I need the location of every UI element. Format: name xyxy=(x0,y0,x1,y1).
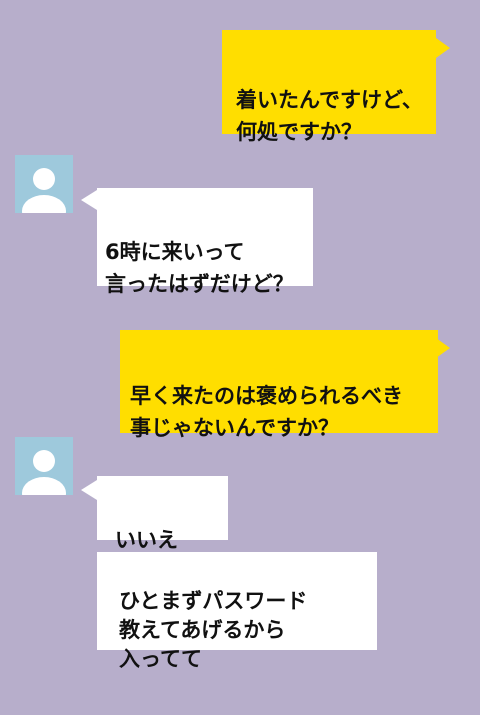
message-text: いいえ xyxy=(115,528,178,552)
bubble-tail xyxy=(436,338,450,358)
received-message-bubble: いいえ xyxy=(97,476,228,552)
message-text: ひとまずパスワード 教えてあげるから 入ってて xyxy=(119,589,308,671)
message-text: 着いたんですけど、 何処ですか？ xyxy=(236,88,423,144)
avatar[interactable] xyxy=(15,437,73,495)
user-avatar-icon xyxy=(15,155,73,213)
sent-message-bubble: 着いたんですけど、 何処ですか？ xyxy=(222,30,436,144)
bubble-tail xyxy=(436,38,450,58)
bubble-tail xyxy=(81,480,97,500)
user-avatar-icon xyxy=(15,437,73,495)
received-message-bubble: 6時に来いって 言ったはずだけど？ xyxy=(97,188,313,296)
message-text: 6時に来いって 言ったはずだけど？ xyxy=(105,240,294,296)
sent-message-bubble: 早く来たのは褒められるべき 事じゃないんですか？ xyxy=(120,330,438,440)
received-message-bubble: ひとまずパスワード 教えてあげるから 入ってて xyxy=(97,552,377,671)
avatar[interactable] xyxy=(15,155,73,213)
bubble-tail xyxy=(81,190,97,210)
message-text: 早く来たのは褒められるべき 事じゃないんですか？ xyxy=(130,384,403,440)
